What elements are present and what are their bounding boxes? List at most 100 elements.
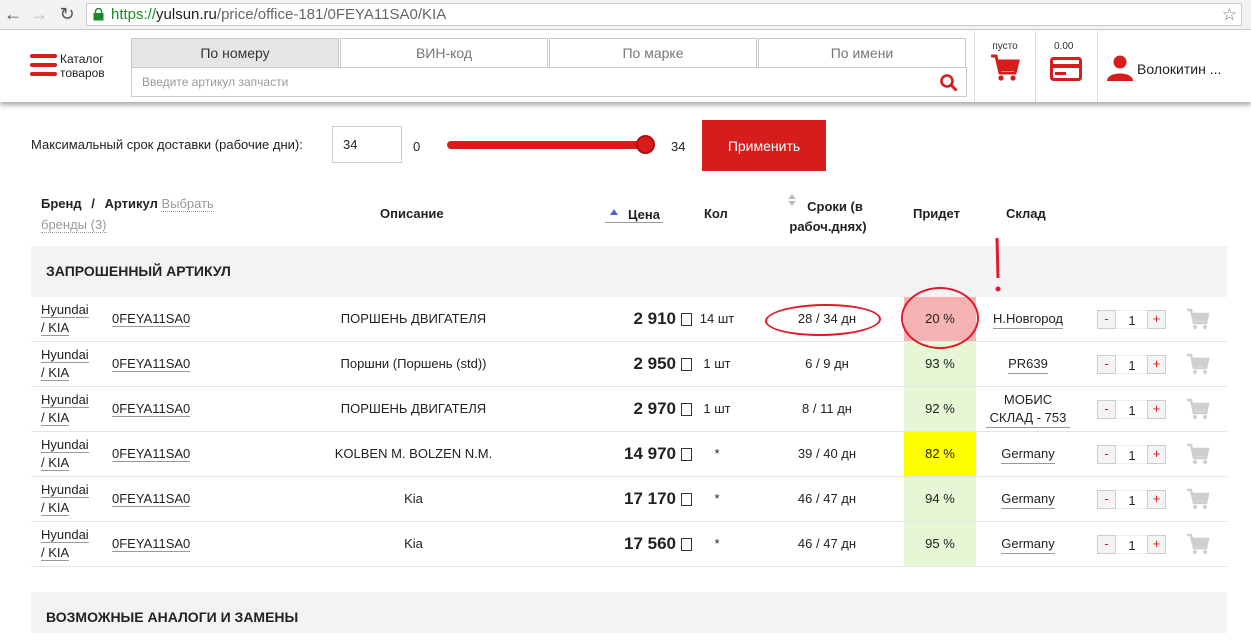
search-input[interactable]: [132, 68, 912, 96]
quantity-value[interactable]: 1: [1117, 355, 1147, 374]
quantity-stepper: - 1 +: [1097, 355, 1167, 374]
forward-icon[interactable]: →: [28, 3, 50, 25]
add-to-cart-icon[interactable]: [1186, 398, 1210, 420]
header-warehouse: Склад: [1006, 206, 1046, 221]
quantity: 1 шт: [703, 401, 731, 416]
brand-link[interactable]: Hyundai / KIA: [41, 346, 101, 382]
max-days-input[interactable]: [332, 126, 402, 163]
article-link[interactable]: 0FEYA11SA0: [112, 536, 191, 552]
user-name: Волокитин ...: [1137, 61, 1222, 77]
tab-by-number[interactable]: По номеру: [131, 38, 339, 67]
article-link[interactable]: 0FEYA11SA0: [112, 491, 191, 507]
probability-badge: 82 %: [904, 432, 976, 476]
article-link[interactable]: 0FEYA11SA0: [112, 356, 191, 372]
increment-button[interactable]: +: [1147, 490, 1166, 509]
catalog-button[interactable]: Каталог товаров: [30, 50, 120, 84]
warehouse-link[interactable]: PR639: [986, 346, 1070, 382]
url-path: /price/office-181/0FEYA11SA0/KIA: [216, 6, 447, 23]
increment-button[interactable]: +: [1147, 310, 1166, 329]
table-row: Hyundai / KIA 0FEYA11SA0 Kia 17 170 * 46 …: [31, 477, 1227, 522]
add-to-cart-icon[interactable]: [1186, 443, 1210, 465]
apply-button[interactable]: Применить: [702, 120, 826, 171]
cart-icon: [991, 54, 1020, 81]
header-terms[interactable]: Сроки (в рабоч.днях): [783, 197, 873, 237]
balance-button[interactable]: 0.00: [1037, 41, 1097, 96]
annotation-exclamation-icon: [995, 237, 1001, 292]
probability-badge: 95 %: [904, 522, 976, 566]
section-requested: ЗАПРОШЕННЫЙ АРТИКУЛ: [31, 246, 1227, 297]
quantity: 14 шт: [699, 311, 735, 326]
decrement-button[interactable]: -: [1097, 400, 1116, 419]
search-icon[interactable]: [940, 74, 958, 92]
header-article[interactable]: Артикул: [105, 196, 158, 211]
tab-by-brand[interactable]: По марке: [549, 38, 757, 67]
back-icon[interactable]: ←: [2, 3, 24, 25]
cart-button[interactable]: пусто: [976, 41, 1034, 96]
wallet-icon: [1050, 57, 1082, 81]
probability-badge: 92 %: [904, 387, 976, 431]
increment-button[interactable]: +: [1147, 355, 1166, 374]
warehouse-link[interactable]: Н.Новгород: [986, 301, 1070, 337]
quantity-value[interactable]: 1: [1117, 400, 1147, 419]
increment-button[interactable]: +: [1147, 445, 1166, 464]
quantity: 1 шт: [703, 356, 731, 371]
address-bar[interactable]: https://yulsun.ru/price/office-181/0FEYA…: [86, 3, 1242, 26]
header-description: Описание: [380, 206, 444, 221]
add-to-cart-icon[interactable]: [1186, 353, 1210, 375]
brand-link[interactable]: Hyundai / KIA: [41, 526, 101, 562]
header-terms-line1: Сроки (в: [807, 199, 863, 214]
header-sep: /: [91, 196, 95, 211]
header-qty: Кол: [704, 206, 728, 221]
reload-icon[interactable]: ↻: [56, 3, 78, 25]
table-row: Hyundai / KIA 0FEYA11SA0 ПОРШЕНЬ ДВИГАТЕЛ…: [31, 297, 1227, 342]
user-menu[interactable]: Волокитин ...: [1106, 55, 1246, 85]
price: 2 970: [633, 399, 676, 418]
warehouse-link[interactable]: Germany: [986, 436, 1070, 472]
price: 17 560: [624, 534, 676, 553]
quantity: *: [714, 446, 720, 461]
increment-button[interactable]: +: [1147, 535, 1166, 554]
header-price[interactable]: Цена: [605, 207, 663, 223]
bookmark-star-icon[interactable]: ☆: [1222, 4, 1237, 25]
days-slider-handle[interactable]: [636, 135, 655, 154]
quantity-value[interactable]: 1: [1117, 535, 1147, 554]
decrement-button[interactable]: -: [1097, 355, 1116, 374]
header-divider: [1097, 31, 1098, 102]
warehouse-link[interactable]: МОБИС СКЛАД - 753: [986, 391, 1070, 428]
decrement-button[interactable]: -: [1097, 490, 1116, 509]
decrement-button[interactable]: -: [1097, 535, 1116, 554]
add-to-cart-icon[interactable]: [1186, 308, 1210, 330]
brand-link[interactable]: Hyundai / KIA: [41, 481, 101, 517]
warehouse-link[interactable]: Germany: [986, 481, 1070, 517]
header-brand-article: Бренд / Артикул Выбрать: [41, 196, 214, 212]
quantity-value[interactable]: 1: [1117, 490, 1147, 509]
choose-brands-link-line2[interactable]: бренды (3): [41, 217, 107, 233]
tab-vin[interactable]: ВИН-код: [340, 38, 548, 67]
header-divider: [1035, 31, 1036, 102]
quantity-value[interactable]: 1: [1117, 310, 1147, 329]
decrement-button[interactable]: -: [1097, 310, 1116, 329]
warehouse-link[interactable]: Germany: [986, 526, 1070, 562]
add-to-cart-icon[interactable]: [1186, 488, 1210, 510]
decrement-button[interactable]: -: [1097, 445, 1116, 464]
article-link[interactable]: 0FEYA11SA0: [112, 311, 191, 327]
add-to-cart-icon[interactable]: [1186, 533, 1210, 555]
choose-brands-link[interactable]: Выбрать: [161, 196, 214, 212]
table-row: Hyundai / KIA 0FEYA11SA0 ПОРШЕНЬ ДВИГАТЕЛ…: [31, 387, 1227, 432]
tab-by-name[interactable]: По имени: [758, 38, 966, 67]
catalog-label: Каталог товаров: [60, 52, 105, 80]
days-slider-track[interactable]: [447, 141, 647, 149]
brand-link[interactable]: Hyundai / KIA: [41, 391, 101, 427]
quantity-value[interactable]: 1: [1117, 445, 1147, 464]
header-brand[interactable]: Бренд: [41, 196, 82, 211]
price: 14 970: [624, 444, 676, 463]
url-domain: yulsun.ru: [156, 6, 217, 23]
delivery-terms: 6 / 9 дн: [805, 356, 849, 371]
delivery-terms: 46 / 47 дн: [797, 491, 857, 506]
increment-button[interactable]: +: [1147, 400, 1166, 419]
table-row: Hyundai / KIA 0FEYA11SA0 Поршни (Поршень …: [31, 342, 1227, 387]
brand-link[interactable]: Hyundai / KIA: [41, 436, 101, 472]
article-link[interactable]: 0FEYA11SA0: [112, 401, 191, 417]
article-link[interactable]: 0FEYA11SA0: [112, 446, 191, 462]
brand-link[interactable]: Hyundai / KIA: [41, 301, 101, 337]
